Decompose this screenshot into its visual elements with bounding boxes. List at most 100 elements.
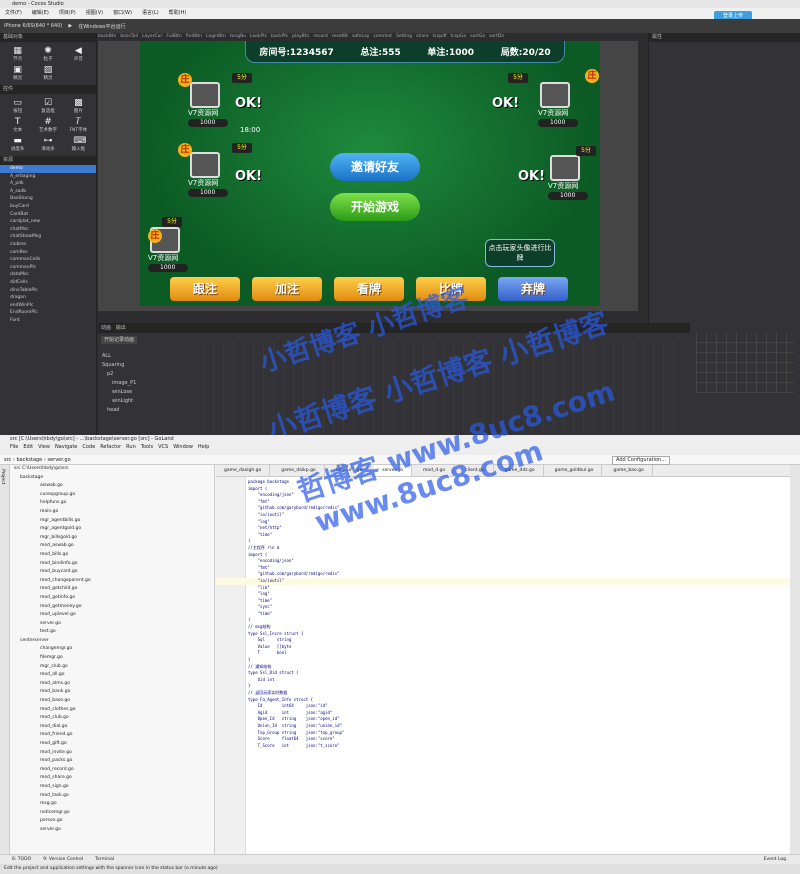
text-item[interactable]: T 文本: [4, 117, 31, 133]
project-file[interactable]: mgr_agentbills.go: [10, 517, 214, 526]
goland-menu-item[interactable]: Refactor: [100, 443, 121, 451]
project-file[interactable]: mod_dial.go: [10, 723, 214, 732]
look-button[interactable]: 看牌: [334, 277, 404, 301]
resource-tree-item[interactable]: cardplat_new: [0, 218, 96, 226]
resource-tree-item[interactable]: dragon: [0, 294, 96, 302]
project-file[interactable]: test.go: [10, 628, 214, 637]
resource-tree-item[interactable]: CardBat: [0, 211, 96, 219]
call-button[interactable]: 跟注: [170, 277, 240, 301]
output-tab[interactable]: 输出: [116, 325, 126, 331]
canvas-tab[interactable]: Setting: [396, 33, 412, 41]
resource-tree-item[interactable]: didCells: [0, 279, 96, 287]
project-file[interactable]: mod_clothes.go: [10, 706, 214, 715]
goland-menu-item[interactable]: File: [10, 443, 18, 451]
menu-edit[interactable]: 编辑(E): [27, 8, 54, 19]
project-file[interactable]: msg.go: [10, 800, 214, 809]
canvas-tab[interactable]: backBtn: [98, 33, 116, 41]
start-game-button[interactable]: 开始游戏: [330, 193, 420, 221]
raise-button[interactable]: 加注: [252, 277, 322, 301]
resource-tree-item[interactable]: A_pdk: [0, 180, 96, 188]
timeline-node[interactable]: winLose: [102, 388, 198, 397]
timeline-node[interactable]: p2: [102, 370, 198, 379]
canvas-tab[interactable]: bossTail: [120, 33, 138, 41]
resource-tree-item[interactable]: chatMsc: [0, 226, 96, 234]
resource-tree-item[interactable]: chatShowMsg: [0, 233, 96, 241]
project-file[interactable]: curespgroup.go: [10, 491, 214, 500]
canvas-tab[interactable]: tongBu: [230, 33, 246, 41]
editor-tab[interactable]: game_daxigh.go: [216, 465, 271, 476]
device-select[interactable]: iPhone 6/6S(640 * 640): [4, 23, 62, 29]
sound-item[interactable]: ◀ 声音: [65, 46, 92, 62]
player-right-2[interactable]: V7资源网 1000: [540, 149, 600, 209]
resource-tree-item[interactable]: BaoShang: [0, 195, 96, 203]
project-file[interactable]: mod_gift.go: [10, 740, 214, 749]
resource-tree-item[interactable]: buyCard: [0, 203, 96, 211]
canvas-tab[interactable]: sortGo: [470, 33, 485, 41]
canvas-tab[interactable]: backPlc: [271, 33, 288, 41]
project-file[interactable]: mod_record.go: [10, 766, 214, 775]
timeline-filter[interactable]: ALL: [102, 352, 198, 361]
player-right-1[interactable]: V7资源网 1000: [530, 76, 590, 136]
timeline-tab[interactable]: 动画: [101, 325, 111, 331]
fold-button[interactable]: 弃牌: [498, 277, 568, 301]
add-configuration-button[interactable]: Add Configuration...: [612, 456, 670, 465]
progress-item[interactable]: ▬ 进度条: [4, 136, 31, 152]
project-file[interactable]: mod_task.go: [10, 792, 214, 801]
canvas-tab[interactable]: FullBtn: [166, 33, 181, 41]
avatar[interactable]: [190, 82, 220, 108]
project-file[interactable]: mod_getchild.go: [10, 585, 214, 594]
record-animation-button[interactable]: 开始记录动画: [101, 336, 138, 344]
resource-tree-item[interactable]: dinoTablePlc: [0, 287, 96, 295]
project-file[interactable]: main.go: [10, 508, 214, 517]
resource-tree-item[interactable]: demo: [0, 165, 96, 173]
menu-file[interactable]: 文件(F): [0, 8, 27, 19]
goland-menu-item[interactable]: Help: [198, 443, 209, 451]
project-file[interactable]: server.go: [10, 620, 214, 629]
project-folder[interactable]: backstage: [10, 474, 214, 483]
menu-project[interactable]: 项目(P): [54, 8, 81, 19]
project-file[interactable]: mod_getmoney.go: [10, 603, 214, 612]
platform-select[interactable]: 在Windows平台运行: [78, 23, 125, 30]
input-item[interactable]: ⌨ 输入框: [65, 136, 92, 152]
canvas-tab[interactable]: LoginBtn: [206, 33, 226, 41]
canvas-tab[interactable]: findBtn: [186, 33, 202, 41]
canvas-tab[interactable]: commnt: [373, 33, 392, 41]
canvas-tab[interactable]: LayerCur: [142, 33, 162, 41]
menu-language[interactable]: 语言(L): [137, 8, 164, 19]
resource-tree-item[interactable]: A_erbaging: [0, 173, 96, 181]
goland-menu-item[interactable]: VCS: [158, 443, 168, 451]
avatar[interactable]: [190, 152, 220, 178]
timeline-node[interactable]: head: [102, 406, 198, 415]
version-control-tab[interactable]: 9: Version Control: [43, 855, 83, 864]
project-file[interactable]: mod_bank.go: [10, 688, 214, 697]
event-log-tab[interactable]: Event Log: [764, 855, 800, 864]
goland-menu-item[interactable]: Window: [173, 443, 193, 451]
project-file[interactable]: mod_friend.go: [10, 731, 214, 740]
menu-window[interactable]: 窗口(W): [108, 8, 137, 19]
project-file[interactable]: mgr_billsgold.go: [10, 534, 214, 543]
project-file[interactable]: mod_share.go: [10, 774, 214, 783]
canvas-tab[interactable]: resetBt: [332, 33, 348, 41]
project-file[interactable]: filemgr.go: [10, 654, 214, 663]
resource-tree-item[interactable]: endWinPlc: [0, 302, 96, 310]
particle-item[interactable]: ✺ 粒子: [34, 46, 61, 62]
sprite-item[interactable]: ▣ 精灵: [4, 65, 31, 81]
project-file[interactable]: mgr_agentgold.go: [10, 525, 214, 534]
goland-menu-item[interactable]: Tools: [141, 443, 153, 451]
resource-tree-item[interactable]: A_sadb: [0, 188, 96, 196]
slider-item[interactable]: ⊶ 滑动条: [34, 136, 61, 152]
menu-help[interactable]: 帮助(H): [164, 8, 192, 19]
project-file[interactable]: helpfuns.go: [10, 499, 214, 508]
resource-tree-item[interactable]: commonCells: [0, 256, 96, 264]
goland-menu-item[interactable]: Edit: [23, 443, 33, 451]
timeline-node[interactable]: image_P1: [102, 379, 198, 388]
project-folder[interactable]: src C:\Users\hbdy\go\src: [10, 465, 214, 474]
canvas-tab[interactable]: sortDir: [489, 33, 504, 41]
project-file[interactable]: aiswab.go: [10, 482, 214, 491]
todo-tab[interactable]: 6: TODO: [12, 855, 31, 864]
project-tool-tab[interactable]: Project: [0, 469, 5, 484]
play-icon[interactable]: ▶: [68, 23, 72, 29]
project-file[interactable]: mod_club.go: [10, 714, 214, 723]
resource-tree-item[interactable]: clubres: [0, 241, 96, 249]
canvas-tab[interactable]: safeLay: [352, 33, 369, 41]
